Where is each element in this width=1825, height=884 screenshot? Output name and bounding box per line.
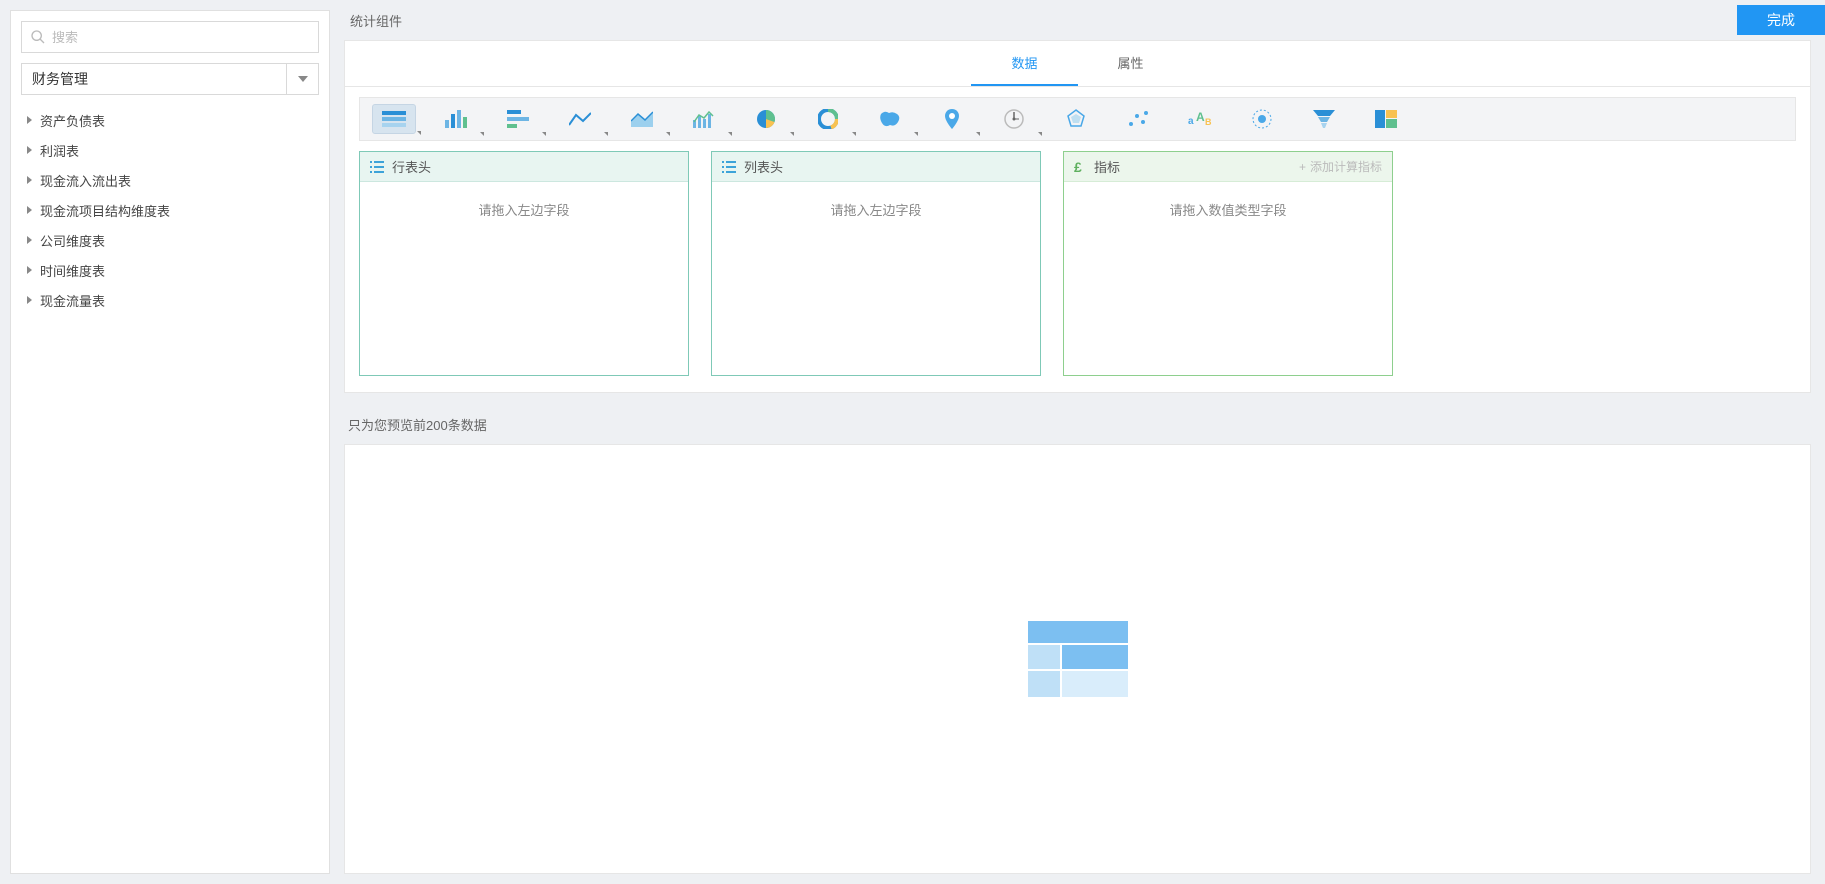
chart-type-area[interactable] [620, 104, 664, 134]
search-box[interactable] [21, 21, 319, 53]
dropdown-caret-icon [666, 132, 670, 136]
topbar: 统计组件 完成 [330, 0, 1825, 40]
caret-right-icon [27, 116, 32, 124]
zone-title: 行表头 [392, 157, 431, 176]
tree-item-label: 现金流量表 [40, 291, 105, 310]
preview-canvas [344, 444, 1811, 874]
tree-item[interactable]: 利润表 [21, 135, 319, 165]
zone-header: 行表头 [360, 152, 688, 182]
dropdown-caret-icon [542, 132, 546, 136]
zone-metric[interactable]: £ 指标 + 添加计算指标 请拖入数值类型字段 [1063, 151, 1393, 376]
tree-item[interactable]: 公司维度表 [21, 225, 319, 255]
caret-right-icon [27, 296, 32, 304]
chart-type-treemap[interactable] [1364, 104, 1408, 134]
module-select[interactable]: 财务管理 [21, 63, 319, 95]
dropdown-caret-icon [728, 132, 732, 136]
zone-body[interactable]: 请拖入左边字段 [712, 182, 1040, 375]
chart-type-combo[interactable] [682, 104, 726, 134]
tree-item[interactable]: 现金流项目结构维度表 [21, 195, 319, 225]
tree-item-label: 现金流项目结构维度表 [40, 201, 170, 220]
dropdown-caret-icon [852, 132, 856, 136]
caret-right-icon [27, 206, 32, 214]
tabs: 数据 属性 [345, 41, 1810, 87]
chart-type-scatter[interactable] [1116, 104, 1160, 134]
caret-right-icon [27, 176, 32, 184]
chart-type-gauge[interactable] [992, 104, 1036, 134]
chart-type-bubble-map[interactable] [930, 104, 974, 134]
tree-item[interactable]: 现金流量表 [21, 285, 319, 315]
main: 统计组件 完成 数据 属性 [330, 0, 1825, 884]
zone-header: £ 指标 + 添加计算指标 [1064, 152, 1392, 182]
svg-text:A: A [1196, 111, 1205, 124]
drag-hint: 请拖入左边字段 [478, 200, 569, 219]
zone-col-header[interactable]: 列表头 请拖入左边字段 [711, 151, 1041, 376]
add-calc-label: 添加计算指标 [1310, 158, 1382, 175]
dropdown-caret-icon [604, 132, 608, 136]
zone-body[interactable]: 请拖入左边字段 [360, 182, 688, 375]
dropdown-caret-icon [914, 132, 918, 136]
chart-type-funnel[interactable] [1302, 104, 1346, 134]
dropdown-caret-icon [480, 132, 484, 136]
search-input[interactable] [52, 30, 310, 45]
chart-type-table[interactable] [372, 104, 416, 134]
tab-attributes[interactable]: 属性 [1078, 41, 1184, 86]
tree-item[interactable]: 资产负债表 [21, 105, 319, 135]
zone-row-header[interactable]: 行表头 请拖入左边字段 [359, 151, 689, 376]
page-title: 统计组件 [350, 11, 1737, 30]
chart-type-bar[interactable] [434, 104, 478, 134]
tree-item-label: 现金流入流出表 [40, 171, 131, 190]
chart-type-kpi[interactable] [1240, 104, 1284, 134]
tree-item-label: 公司维度表 [40, 231, 105, 250]
preview-section: 只为您预览前200条数据 [344, 405, 1811, 874]
tree-item-label: 利润表 [40, 141, 79, 160]
field-tree: 资产负债表 利润表 现金流入流出表 现金流项目结构维度表 公司维度表 时间维度表… [21, 105, 319, 315]
done-button[interactable]: 完成 [1737, 5, 1825, 35]
chart-type-map[interactable] [868, 104, 912, 134]
list-icon [370, 161, 384, 173]
currency-icon: £ [1074, 160, 1086, 174]
search-icon [30, 29, 46, 45]
svg-text:£: £ [1074, 160, 1082, 174]
drag-hint: 请拖入数值类型字段 [1169, 200, 1286, 219]
module-select-value: 财务管理 [22, 69, 286, 89]
zone-title: 指标 [1094, 157, 1120, 176]
caret-right-icon [27, 266, 32, 274]
table-placeholder-icon [1028, 621, 1128, 697]
zone-title: 列表头 [744, 157, 783, 176]
dropdown-caret-icon [417, 131, 421, 135]
dropdown-caret-icon [1038, 132, 1042, 136]
chart-type-toolbar: aAB [359, 97, 1796, 141]
plus-icon: + [1299, 160, 1306, 174]
chart-type-hbar[interactable] [496, 104, 540, 134]
chart-type-line[interactable] [558, 104, 602, 134]
preview-hint: 只为您预览前200条数据 [344, 405, 1811, 444]
dropzones: 行表头 请拖入左边字段 列表头 请拖入左边字段 [345, 151, 1810, 392]
tab-data[interactable]: 数据 [971, 41, 1077, 86]
sidebar: 财务管理 资产负债表 利润表 现金流入流出表 现金流项目结构维度表 公司维度表 … [10, 10, 330, 874]
zone-header: 列表头 [712, 152, 1040, 182]
add-calc-metric-button[interactable]: + 添加计算指标 [1299, 158, 1382, 175]
chart-type-radar[interactable] [1054, 104, 1098, 134]
config-panel: 数据 属性 [344, 40, 1811, 393]
drag-hint: 请拖入左边字段 [830, 200, 921, 219]
caret-right-icon [27, 236, 32, 244]
dropdown-caret-icon [790, 132, 794, 136]
tree-item-label: 时间维度表 [40, 261, 105, 280]
chart-type-pie[interactable] [744, 104, 788, 134]
caret-right-icon [27, 146, 32, 154]
tree-item[interactable]: 时间维度表 [21, 255, 319, 285]
zone-body[interactable]: 请拖入数值类型字段 [1064, 182, 1392, 375]
chart-type-donut[interactable] [806, 104, 850, 134]
chevron-down-icon [286, 64, 318, 94]
svg-text:a: a [1188, 116, 1194, 127]
dropdown-caret-icon [976, 132, 980, 136]
svg-text:B: B [1205, 117, 1212, 127]
list-icon [722, 161, 736, 173]
chart-type-word[interactable]: aAB [1178, 104, 1222, 134]
tree-item[interactable]: 现金流入流出表 [21, 165, 319, 195]
tree-item-label: 资产负债表 [40, 111, 105, 130]
